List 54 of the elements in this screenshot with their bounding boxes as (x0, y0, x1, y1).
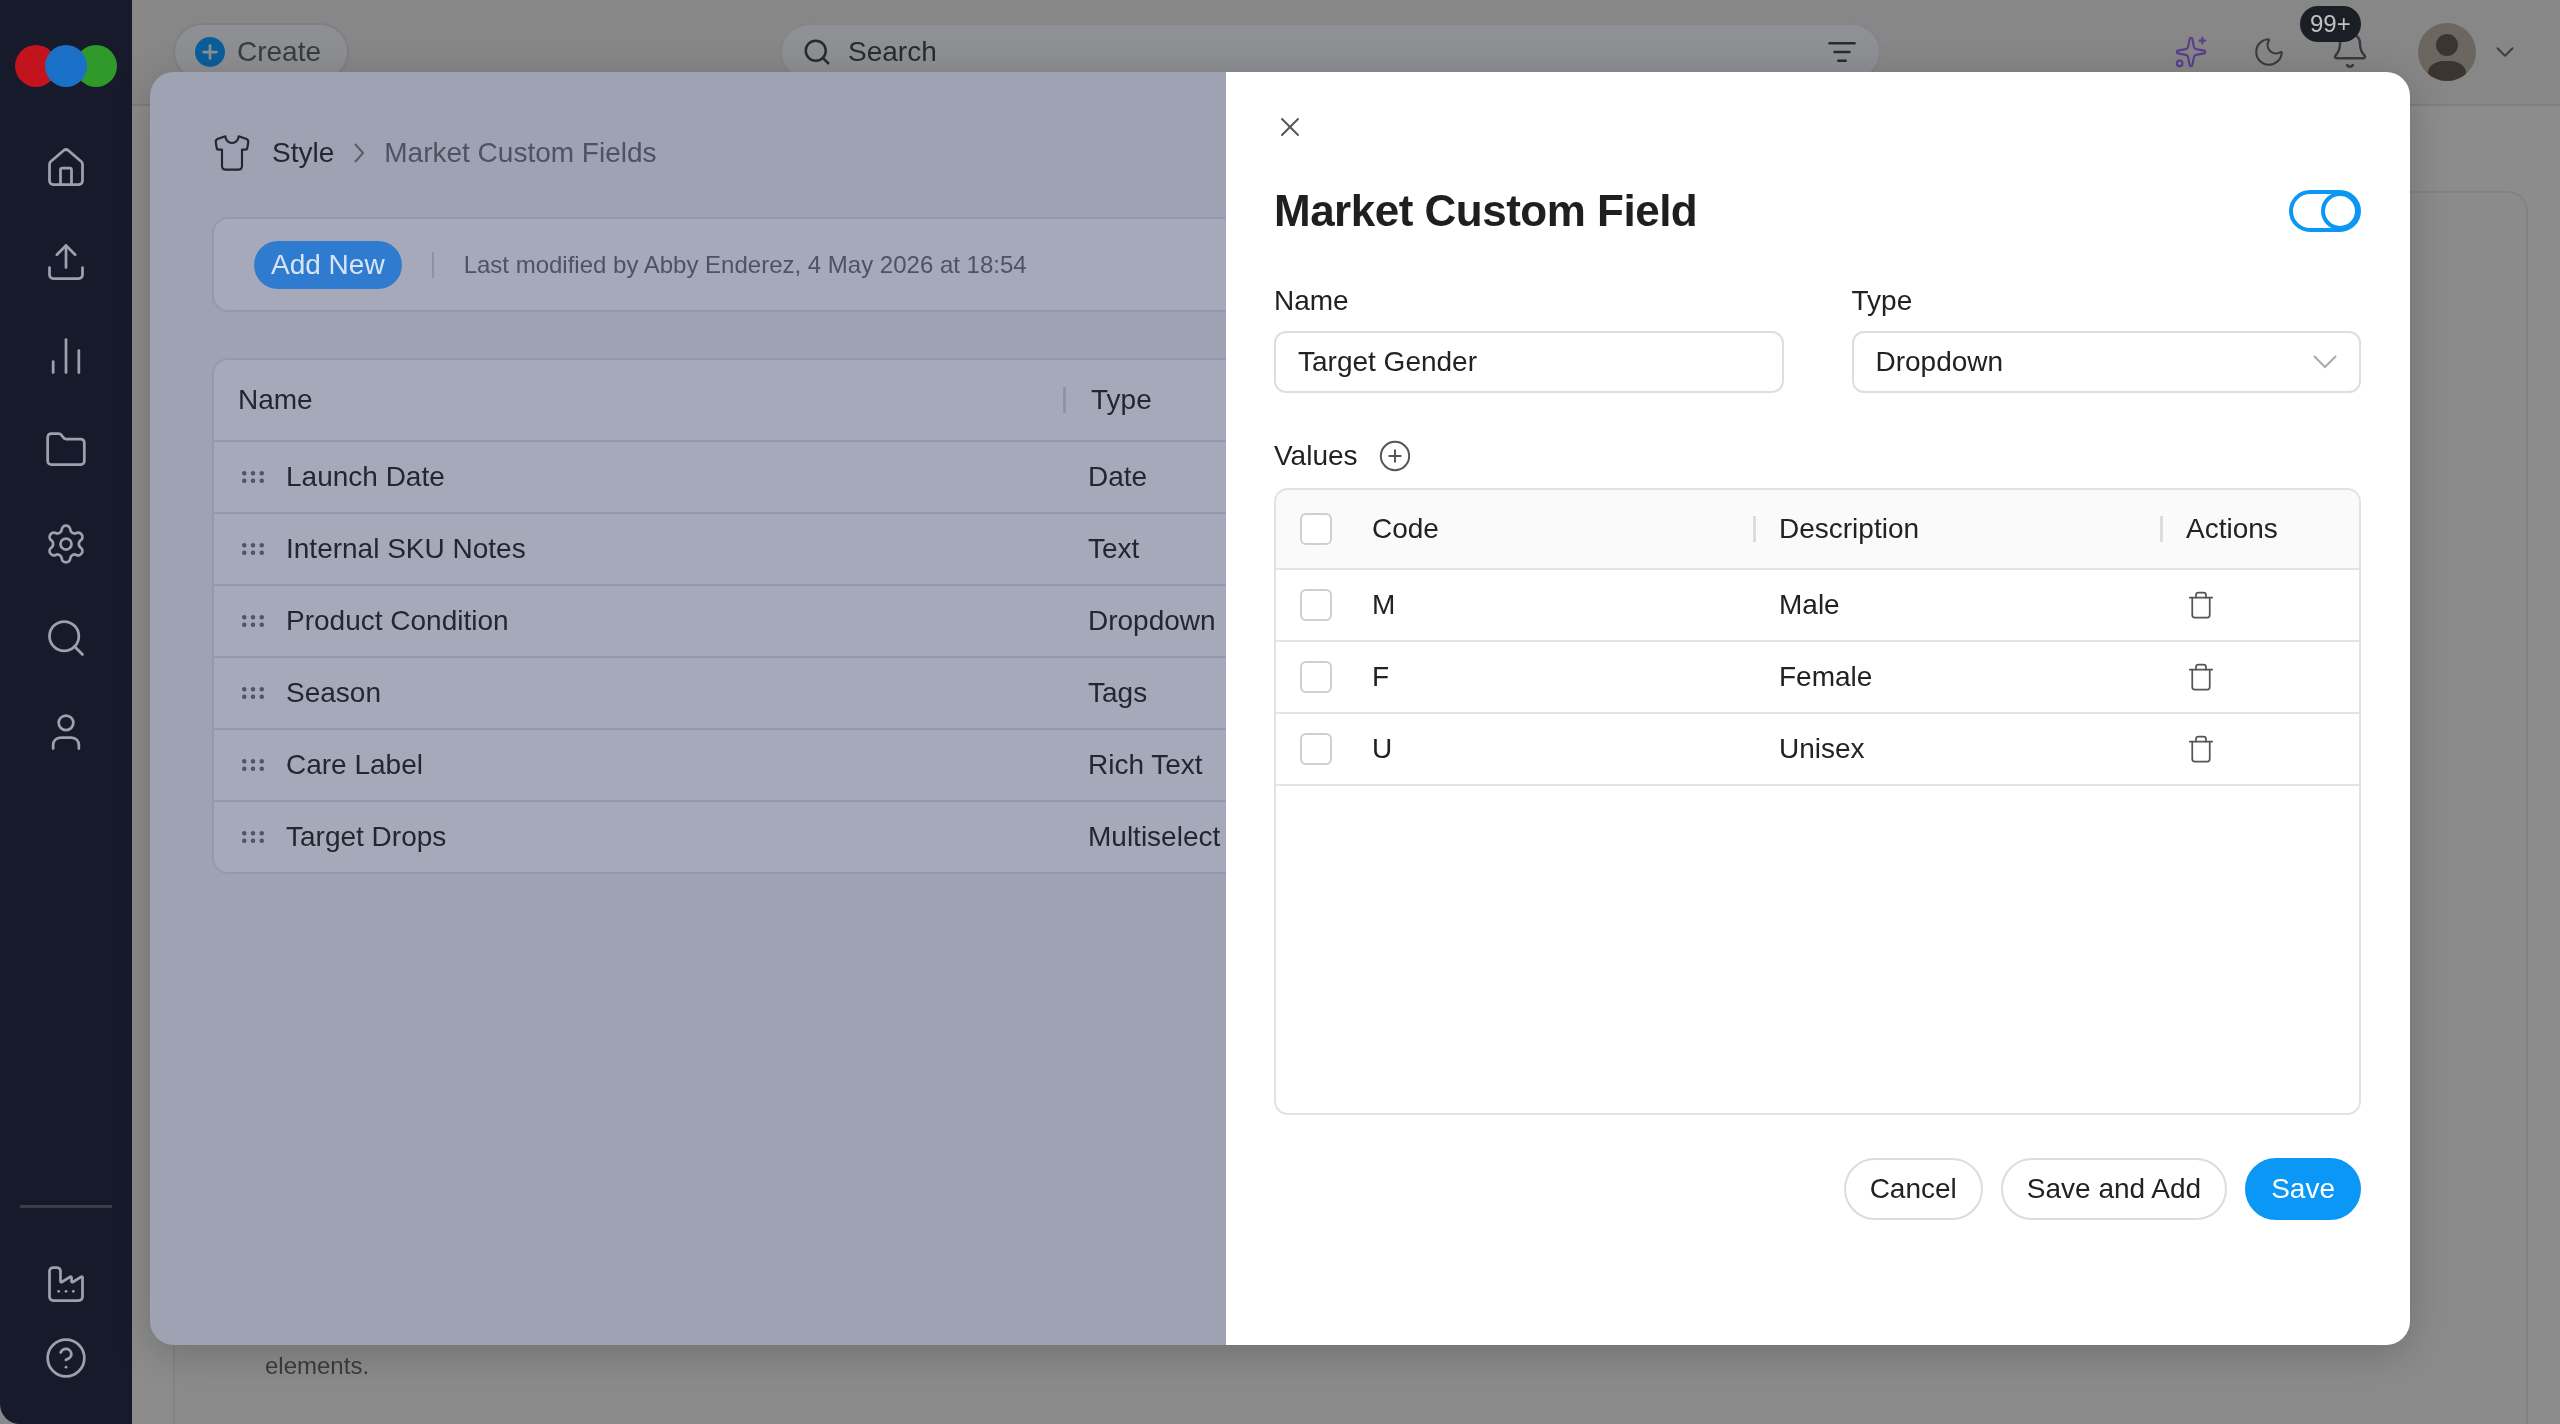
delete-button[interactable] (2186, 734, 2216, 764)
breadcrumb-link[interactable]: Market Custom Fields (384, 137, 657, 169)
table-cell-text: Male (1778, 589, 1841, 621)
toggle-switch[interactable] (2289, 190, 2361, 232)
table-cell-text: U (1372, 733, 1394, 765)
delete-button[interactable] (2186, 662, 2216, 692)
drawer-title: Market Custom Field (1274, 186, 1698, 236)
table-cell: Target Drops (286, 821, 447, 853)
table-cell-text: Rich Text (1087, 752, 1204, 778)
values-label: Values (1274, 439, 1358, 473)
caret-icon (2313, 355, 2337, 369)
table-cell: Launch Date (286, 461, 445, 493)
table-cell-text: M (1372, 589, 1397, 621)
table-cell: Care Label (286, 749, 423, 781)
plus-icon (195, 37, 225, 67)
table-cell-text: Tags (1087, 680, 1149, 706)
field-label: Name (1274, 284, 1350, 318)
table-cell-text: Multiselect (1087, 824, 1222, 850)
help-icon[interactable] (44, 1336, 88, 1380)
last-modified-text: Last modified by Abby Enderez, 4 May 2026 at 18:54 (463, 250, 1027, 279)
action-button[interactable]: Save and Add (2000, 1158, 2228, 1220)
moon-icon[interactable] (2252, 35, 2286, 69)
add-new-button[interactable]: Add New (254, 240, 402, 289)
chevron-icon (354, 143, 365, 163)
shirt-icon (212, 133, 252, 173)
table-cell: Internal SKU Notes (286, 533, 526, 565)
table-cell: Season (286, 677, 381, 709)
table-cell-text: Text (1087, 536, 1141, 562)
action-button[interactable]: Save (2245, 1158, 2361, 1220)
name-input[interactable]: Target Gender (1274, 331, 1784, 393)
field-label: Type (1851, 284, 1914, 318)
breadcrumb-link[interactable]: Style (272, 137, 335, 169)
type-select[interactable]: Dropdown (1851, 331, 2361, 393)
table-cell-text: F (1372, 661, 1391, 693)
table-cell-text: Female (1778, 661, 1874, 693)
column-header: Name (237, 387, 314, 413)
column-header: Actions (2160, 516, 2359, 542)
table-cell-text: Dropdown (1087, 608, 1217, 634)
checkbox[interactable] (1300, 513, 1332, 545)
table-cell-text: Date (1087, 464, 1149, 490)
action-button[interactable]: Cancel (1843, 1158, 1983, 1220)
checkbox[interactable] (1300, 589, 1332, 621)
delete-button[interactable] (2186, 590, 2216, 620)
table-cell-text: Unisex (1778, 733, 1866, 765)
paragraph-text: elements. (265, 1352, 371, 1380)
logo-icon (14, 44, 118, 88)
add-value-button[interactable] (1377, 439, 1412, 473)
notification-badge: 99+ (2300, 6, 2361, 42)
column-header: Description (1753, 516, 2160, 542)
checkbox[interactable] (1300, 733, 1332, 765)
sparkle-icon[interactable] (2174, 35, 2208, 69)
column-header: Code (1372, 516, 1440, 542)
checkbox[interactable] (1300, 661, 1332, 693)
table-cell: Product Condition (286, 605, 509, 637)
